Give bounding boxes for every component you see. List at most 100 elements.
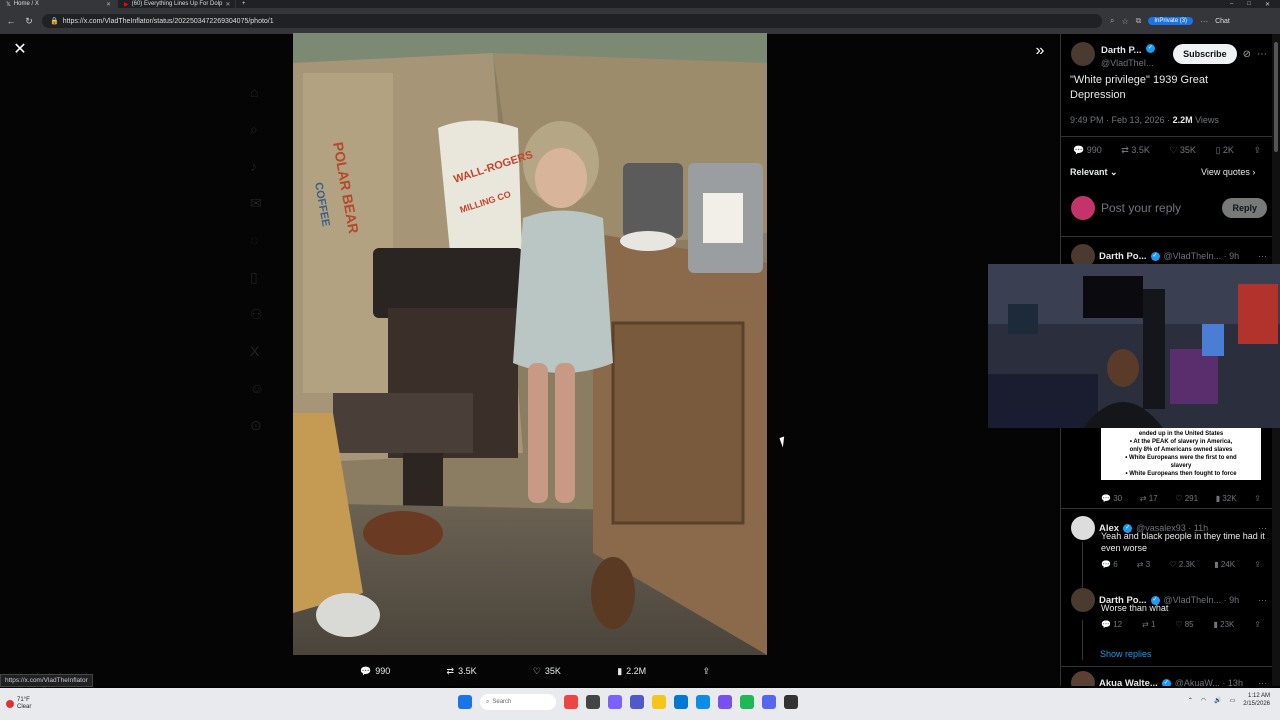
reply-author-name[interactable]: Darth Po... xyxy=(1099,251,1147,262)
views-button[interactable]: ▮ 32K xyxy=(1216,494,1237,503)
new-tab-button[interactable]: + xyxy=(236,1,252,7)
media-views-button[interactable]: ▮ 2.2M xyxy=(617,666,646,677)
extensions-icon[interactable]: ⧉ xyxy=(1136,16,1142,26)
reply-item[interactable]: Darth Po... ✓ @VladTheIn... · 9h ⋯ Worse th… xyxy=(1071,588,1267,629)
weather-widget[interactable]: 71°F Clear xyxy=(0,697,100,711)
reply-button[interactable]: 💬 6 xyxy=(1101,560,1118,569)
more-icon[interactable]: ⋯ xyxy=(1200,17,1208,26)
weather-temp: 71°F xyxy=(17,697,30,703)
more-options-icon[interactable]: ⋯ xyxy=(1258,595,1267,606)
more-options-icon[interactable]: ⋯ xyxy=(1257,49,1267,60)
views-button[interactable]: ▮ 23K xyxy=(1214,620,1235,629)
author-handle[interactable]: @VladTheI... xyxy=(1101,58,1155,68)
reply-button[interactable]: 💬 990 xyxy=(1073,145,1102,156)
repost-count: 17 xyxy=(1148,494,1158,503)
close-viewer-button[interactable]: ✕ xyxy=(12,42,28,58)
task-view-icon[interactable] xyxy=(586,695,600,709)
divider xyxy=(1061,508,1272,509)
chat-button[interactable]: Chat xyxy=(1215,18,1230,25)
show-replies-link[interactable]: Show replies xyxy=(1100,649,1152,659)
back-icon[interactable]: ← xyxy=(6,16,16,26)
share-icon[interactable]: ⇪ xyxy=(1254,620,1261,629)
close-tab-icon[interactable]: ✕ xyxy=(225,1,230,8)
refresh-icon[interactable]: ↻ xyxy=(24,16,34,27)
avatar[interactable] xyxy=(1071,516,1095,540)
start-icon[interactable] xyxy=(458,695,472,709)
reply-author-handle[interactable]: @VladTheIn... · 9h xyxy=(1164,251,1240,261)
bookmark-button[interactable]: ▯ 2K xyxy=(1215,145,1233,156)
like-button[interactable]: ♡ 35K xyxy=(1169,145,1196,156)
scrollbar-thumb[interactable] xyxy=(1274,42,1278,152)
copilot-icon[interactable] xyxy=(608,695,622,709)
media-repost-button[interactable]: ⇄ 3.5K xyxy=(447,666,477,677)
tab-youtube[interactable]: ▶ (60) Everything Lines Up For Dolp ✕ xyxy=(118,0,236,8)
more-options-icon[interactable]: ⋯ xyxy=(1258,251,1267,262)
edge-icon[interactable] xyxy=(696,695,710,709)
grok-icon[interactable]: ⊘ xyxy=(1243,49,1251,60)
app-icon[interactable] xyxy=(718,695,732,709)
reply-item[interactable]: Alex ✓ @vasalex93 · 11h ⋯ Yeah and black pe… xyxy=(1071,516,1267,569)
like-button[interactable]: ♡ 85 xyxy=(1175,620,1193,629)
favorite-icon[interactable]: ☆ xyxy=(1121,17,1128,26)
sort-relevant-dropdown[interactable]: Relevant ⌄ xyxy=(1070,167,1118,178)
reply-button[interactable]: 💬 12 xyxy=(1101,620,1122,629)
reply-button[interactable]: 💬 30 xyxy=(1101,494,1122,503)
expand-panel-icon[interactable]: » xyxy=(1031,42,1049,60)
url-field[interactable]: 🔒 https://x.com/VladTheInflator/status/2… xyxy=(42,14,1102,28)
repost-button[interactable]: ⇄ 3 xyxy=(1137,560,1150,569)
reply-item[interactable]: Akua Walte... ✓ @AkuaW... · 13h ⋯ xyxy=(1071,671,1267,686)
reply-attached-image[interactable]: ended up in the United States • At the P… xyxy=(1101,428,1261,480)
repost-button[interactable]: ⇄ 3.5K xyxy=(1121,145,1150,156)
close-window-icon[interactable]: ✕ xyxy=(1265,1,1270,8)
view-quotes-link[interactable]: View quotes › xyxy=(1201,167,1255,177)
avatar[interactable] xyxy=(1071,588,1095,612)
like-button[interactable]: ♡ 291 xyxy=(1175,494,1198,503)
widget-icon[interactable] xyxy=(564,695,578,709)
tab-home-x[interactable]: 𝕏 Home / X ✕ xyxy=(0,0,118,8)
volume-icon[interactable]: 🔊 xyxy=(1214,697,1221,704)
maximize-icon[interactable]: □ xyxy=(1247,1,1251,8)
reply-count: 990 xyxy=(375,666,391,676)
media-like-button[interactable]: ♡ 35K xyxy=(533,666,561,677)
more-options-icon[interactable]: ⋯ xyxy=(1258,678,1267,687)
author-name[interactable]: Darth P... xyxy=(1101,45,1141,56)
views-button[interactable]: ▮ 24K xyxy=(1214,560,1235,569)
post-time[interactable]: 9:49 PM · Feb 13, 2026 · xyxy=(1070,115,1173,125)
views-icon: ▮ xyxy=(617,665,623,676)
spotify-icon[interactable] xyxy=(740,695,754,709)
reply-author-handle[interactable]: @VladTheIn... · 9h xyxy=(1164,595,1240,605)
avatar xyxy=(1071,196,1095,220)
reply-button[interactable]: Reply xyxy=(1222,198,1267,218)
avatar[interactable] xyxy=(1071,671,1095,686)
minimize-icon[interactable]: – xyxy=(1230,1,1233,8)
discord-icon[interactable] xyxy=(762,695,776,709)
clock[interactable]: 1:12 AM 2/15/2026 xyxy=(1243,692,1270,708)
media-share-button[interactable]: ⇪ xyxy=(702,666,710,677)
zoom-icon[interactable]: ⌕ xyxy=(1110,16,1114,26)
share-icon[interactable]: ⇪ xyxy=(1253,145,1261,156)
app-icon[interactable] xyxy=(784,695,798,709)
store-icon[interactable] xyxy=(674,695,688,709)
verified-icon: ✓ xyxy=(1150,251,1160,261)
teams-icon[interactable] xyxy=(630,695,644,709)
repost-button[interactable]: ⇄ 1 xyxy=(1142,620,1155,629)
reply-input[interactable]: Post your reply xyxy=(1101,201,1181,215)
url-text: https://x.com/VladTheInflator/status/202… xyxy=(62,17,274,25)
like-button[interactable]: ♡ 2.3K xyxy=(1169,560,1195,569)
inprivate-badge[interactable]: InPrivate (3) xyxy=(1148,17,1194,25)
close-tab-icon[interactable]: ✕ xyxy=(106,1,111,8)
reply-author-handle[interactable]: @AkuaW... · 13h xyxy=(1175,678,1243,686)
browser-tab-bar: 𝕏 Home / X ✕ ▶ (60) Everything Lines Up … xyxy=(0,0,1280,8)
chevron-up-icon[interactable]: ⌃ xyxy=(1188,697,1193,704)
media-reply-button[interactable]: 💬 990 xyxy=(360,666,390,677)
share-icon[interactable]: ⇪ xyxy=(1254,494,1261,503)
avatar[interactable] xyxy=(1071,42,1095,66)
wifi-icon[interactable]: ◠ xyxy=(1201,697,1206,704)
file-explorer-icon[interactable] xyxy=(652,695,666,709)
repost-button[interactable]: ⇄ 17 xyxy=(1140,494,1158,503)
share-icon[interactable]: ⇪ xyxy=(1254,560,1261,569)
taskbar-search[interactable]: ⌕ Search xyxy=(480,694,556,710)
subscribe-button[interactable]: Subscribe xyxy=(1173,44,1237,64)
battery-icon[interactable]: ▭ xyxy=(1230,697,1236,704)
reply-author-name[interactable]: Akua Walte... xyxy=(1099,678,1158,687)
